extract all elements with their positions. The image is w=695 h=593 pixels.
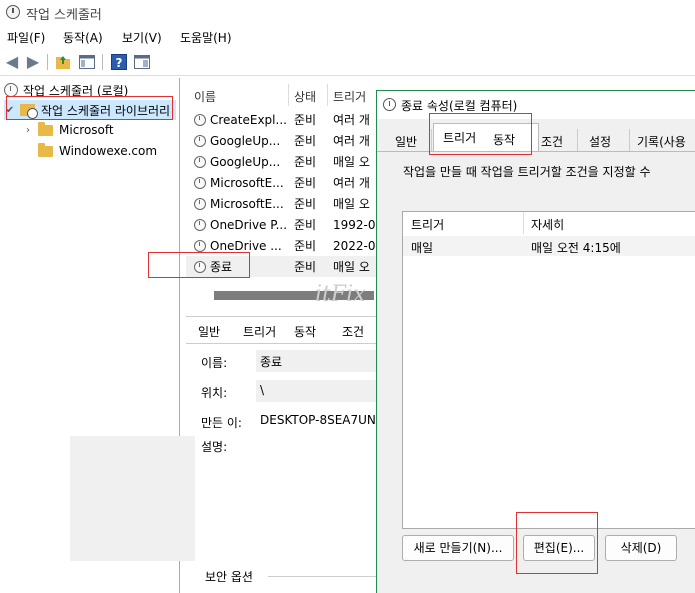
dialog-tab-triggers[interactable]: 트리거 — [443, 129, 476, 151]
table-row[interactable]: CreateExpl... 준비 여러 개 — [186, 109, 386, 130]
tree-item-library[interactable]: ✔ 작업 스케줄러 라이브러리 — [4, 100, 176, 120]
task-clock-icon — [194, 260, 206, 273]
task-clock-icon — [194, 113, 206, 126]
table-row[interactable]: GoogleUp... 준비 여러 개 — [186, 130, 386, 151]
task-clock-icon — [194, 134, 206, 147]
show-pane-icon[interactable] — [78, 53, 96, 71]
task-clock-icon — [194, 239, 206, 252]
menu-bar: 파일(F) 동작(A) 보기(V) 도움말(H) — [0, 27, 695, 47]
table-row[interactable]: GoogleUp... 준비 매일 오 — [186, 151, 386, 172]
edit-trigger-button[interactable]: 편집(E)... — [523, 535, 595, 561]
table-row-selected[interactable]: 종료 준비 매일 오 — [186, 256, 386, 277]
action-pane-icon[interactable] — [133, 53, 151, 71]
toolbar: ◀ ▶ ? — [0, 50, 695, 76]
chevron-right-icon[interactable]: › — [22, 125, 34, 136]
detail-tab-actions[interactable]: 동작 — [294, 323, 316, 340]
tree-microsoft-label: Microsoft — [59, 123, 114, 137]
menu-view[interactable]: 보기(V) — [122, 29, 162, 46]
tree-item-windowexe[interactable]: Windowexe.com — [22, 141, 157, 161]
author-label: 만든 이: — [201, 416, 242, 430]
tree-root-label: 작업 스케줄러 (로컬) — [23, 83, 129, 98]
task-clock-icon — [194, 176, 206, 189]
window-titlebar: 작업 스케줄러 — [0, 0, 695, 26]
menu-file[interactable]: 파일(F) — [7, 29, 45, 46]
trigger-description: 작업을 만들 때 작업을 트리거할 조건을 지정할 수 — [403, 165, 651, 179]
table-row[interactable]: OneDrive P... 준비 1992-05 — [186, 214, 386, 235]
description-label: 설명: — [201, 440, 228, 454]
security-options-label: 보안 옵션 — [205, 570, 253, 584]
task-clock-icon — [194, 155, 206, 168]
location-label: 위치: — [201, 386, 228, 400]
forward-arrow-icon[interactable]: ▶ — [24, 53, 42, 71]
task-detail-pane: 일반 트리거 동작 조건 이름: 종료 위치: \ 만든 이: DESKTOP-… — [186, 316, 381, 593]
scheduler-folder-icon — [20, 104, 38, 119]
clock-icon — [4, 83, 18, 97]
tree-windowexe-label: Windowexe.com — [59, 144, 158, 158]
detail-tab-triggers[interactable]: 트리거 — [243, 323, 276, 340]
toolbar-separator — [102, 54, 103, 70]
folder-icon — [38, 142, 53, 157]
new-trigger-button[interactable]: 새로 만들기(N)... — [402, 535, 514, 561]
delete-trigger-button[interactable]: 삭제(D) — [605, 535, 677, 561]
help-icon[interactable]: ? — [110, 53, 128, 71]
folder-icon — [38, 121, 53, 136]
location-field: \ — [256, 380, 381, 402]
author-field: DESKTOP-8SEA7UN — [256, 410, 381, 432]
tree-library-label: 작업 스케줄러 라이브러리 — [41, 103, 171, 118]
column-header-name[interactable]: 이름 — [194, 88, 216, 105]
description-field[interactable] — [70, 436, 195, 561]
watermark-text: itFix — [315, 282, 366, 307]
svg-text:?: ? — [116, 56, 123, 70]
column-header-trigger[interactable]: 트리거 — [411, 216, 444, 233]
dialog-tab-actions[interactable]: 동작 — [493, 131, 515, 153]
dialog-titlebar: 종료 속성(로컬 컴퓨터) — [377, 91, 695, 119]
detail-tab-general[interactable]: 일반 — [198, 323, 220, 340]
table-row[interactable]: 매일 매일 오전 4:15에 — [403, 236, 695, 256]
detail-tab-conditions[interactable]: 조건 — [342, 323, 364, 340]
task-list: 이름 상태 트리거 CreateExpl... 준비 여러 개 GoogleUp… — [186, 84, 386, 314]
name-field[interactable]: 종료 — [256, 350, 381, 372]
column-header-detail[interactable]: 자세히 — [531, 216, 564, 233]
tree-root-task-scheduler[interactable]: 작업 스케줄러 (로컬) — [4, 80, 128, 100]
clock-icon — [383, 98, 396, 111]
task-clock-icon — [194, 218, 206, 231]
dialog-title: 종료 속성(로컬 컴퓨터) — [401, 99, 518, 113]
trigger-table: 트리거 자세히 매일 매일 오전 4:15에 — [402, 211, 695, 529]
task-scheduler-clock-icon — [6, 5, 20, 19]
up-folder-icon[interactable] — [54, 53, 72, 71]
column-header-trigger[interactable]: 트리거 — [333, 88, 366, 105]
window-title: 작업 스케줄러 — [26, 8, 102, 23]
column-header-status[interactable]: 상태 — [294, 88, 316, 105]
properties-dialog: 종료 속성(로컬 컴퓨터) 일반 트리거 동작 조건 설정 기록(사용 작업을 … — [376, 90, 695, 593]
toolbar-separator — [47, 54, 48, 70]
table-row[interactable]: OneDrive ... 준비 2022-01 — [186, 235, 386, 256]
table-row[interactable]: MicrosoftE... 준비 여러 개 — [186, 172, 386, 193]
name-label: 이름: — [201, 356, 228, 370]
chevron-down-icon[interactable]: ✔ — [4, 105, 16, 116]
table-row[interactable]: MicrosoftE... 준비 매일 오 — [186, 193, 386, 214]
tree-item-microsoft[interactable]: › Microsoft — [22, 120, 114, 140]
back-arrow-icon[interactable]: ◀ — [3, 53, 21, 71]
task-clock-icon — [194, 197, 206, 210]
menu-help[interactable]: 도움말(H) — [180, 29, 232, 46]
menu-action[interactable]: 동작(A) — [63, 29, 103, 46]
